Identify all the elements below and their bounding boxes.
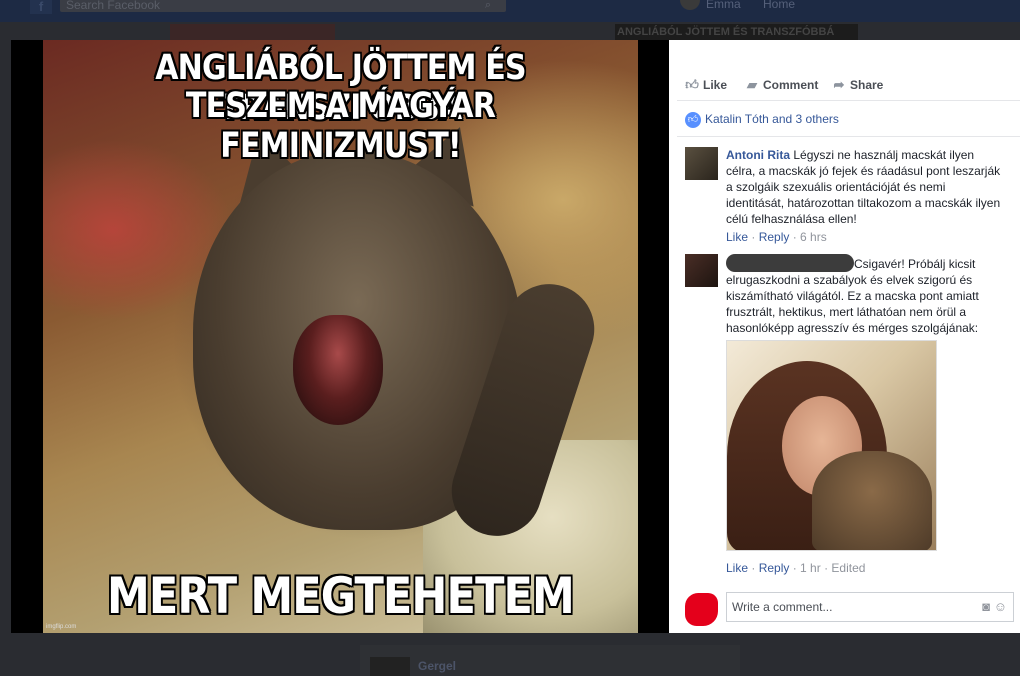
like-badge-icon: 👍︎ <box>685 111 701 128</box>
background-image-strip <box>170 24 335 40</box>
speech-bubble-icon: ▰ <box>747 77 757 92</box>
comment-timestamp[interactable]: 1 hr <box>800 561 821 575</box>
comment-text-block: Csigavér! Próbálj kicsit elrugaszkodni a… <box>726 254 1003 336</box>
likes-summary[interactable]: 👍︎ Katalin Tóth and 3 others <box>685 110 839 128</box>
background-feed-post: Gergel <box>360 645 740 676</box>
comment-edited-label[interactable]: Edited <box>831 561 865 575</box>
photo-cat-shape <box>812 451 932 550</box>
comment-author[interactable]: Antoni Rita <box>726 148 790 162</box>
comment-meta: Like · Reply · 6 hrs <box>726 230 827 244</box>
like-label: Like <box>703 78 728 92</box>
home-link[interactable]: Home <box>763 0 795 10</box>
comment-timestamp[interactable]: 6 hrs <box>800 230 827 244</box>
avatar <box>370 657 410 676</box>
avatar[interactable] <box>680 0 700 10</box>
background-post-author: Gergel <box>418 659 457 673</box>
avatar[interactable] <box>685 147 718 180</box>
comment-body: Antoni Rita Légyszi ne használj macskát … <box>726 147 1003 245</box>
meme-image[interactable]: ANGLIÁBÓL JÖTTEM ÉS TRANSZFÓBBÁ TESZEM A… <box>43 40 638 633</box>
comment-reply-link[interactable]: Reply <box>759 230 790 244</box>
comment-reply-link[interactable]: Reply <box>759 561 790 575</box>
share-label: Share <box>850 78 884 92</box>
comment-input-placeholder: Write a comment... <box>732 600 833 614</box>
likes-text[interactable]: Katalin Tóth and 3 others <box>705 112 839 126</box>
top-navigation-bar: f Search Facebook ⌕ Emma Home <box>0 0 1020 22</box>
photo-viewer: ANGLIÁBÓL JÖTTEM ÉS TRANSZFÓBBÁ TESZEM A… <box>11 40 669 633</box>
comment-attached-photo[interactable] <box>726 340 937 551</box>
composer-icons: ◙ ☺ <box>982 593 1007 621</box>
comment-body: Csigavér! Próbálj kicsit elrugaszkodni a… <box>726 254 1003 576</box>
redacted-avatar <box>685 593 718 626</box>
comment-button[interactable]: ▰ Comment <box>745 76 818 96</box>
divider <box>677 136 1020 137</box>
watermark: imgflip.com <box>46 624 77 630</box>
thumbs-up-icon: 👍︎ <box>685 77 699 92</box>
background-caption-strip: ANGLIÁBÓL JÖTTEM ÉS TRANSZFÓBBÁ <box>615 24 858 40</box>
search-icon[interactable]: ⌕ <box>470 0 506 12</box>
meme-top-line-2: TESZEM A MAGYAR FEMINIZMUST! <box>185 86 496 166</box>
smiley-icon[interactable]: ☺ <box>994 599 1007 614</box>
action-bar: 👍︎ Like ▰ Comment ➦ Share <box>669 76 1020 96</box>
search-input[interactable]: Search Facebook <box>60 0 506 12</box>
profile-link[interactable]: Emma <box>706 0 741 10</box>
avatar[interactable] <box>685 254 718 287</box>
divider <box>677 100 1020 101</box>
comment-meta: Like · Reply · 1 hr · Edited <box>726 561 866 575</box>
facebook-logo[interactable]: f <box>30 0 52 14</box>
comment-label: Comment <box>763 78 819 92</box>
camera-icon[interactable]: ◙ <box>982 599 990 614</box>
meme-bottom-line: MERT MEGTEHETEM ... <box>106 567 575 633</box>
share-arrow-icon: ➦ <box>833 77 845 92</box>
like-button[interactable]: 👍︎ Like <box>685 76 727 96</box>
comment-composer: Write a comment... ◙ ☺ <box>685 587 1015 627</box>
redacted-author-name <box>726 254 854 272</box>
share-button[interactable]: ➦ Share <box>832 76 884 96</box>
comment-like-link[interactable]: Like <box>726 561 748 575</box>
comment-text-block: Antoni Rita Légyszi ne használj macskát … <box>726 147 1003 227</box>
comment-like-link[interactable]: Like <box>726 230 748 244</box>
comments-panel: 👍︎ Like ▰ Comment ➦ Share 👍︎ Katalin Tóth an… <box>669 40 1020 633</box>
cat-mouth <box>293 315 383 425</box>
comment-input[interactable]: Write a comment... ◙ ☺ <box>726 592 1014 622</box>
